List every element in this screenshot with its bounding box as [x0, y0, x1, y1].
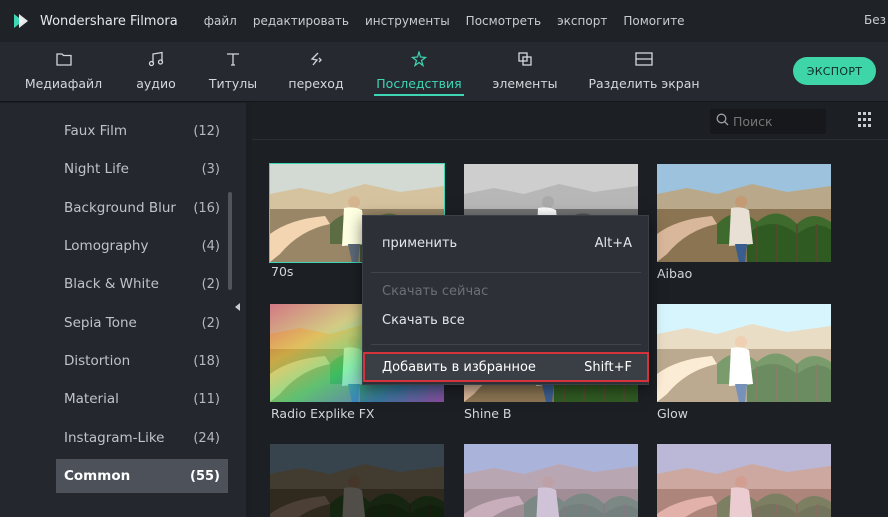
sidebar-item-distortion[interactable]: Distortion (18) — [56, 344, 228, 378]
effect-thumb-glow[interactable] — [657, 304, 831, 402]
effect-label: Aibao — [657, 266, 693, 281]
filmora-logo-icon — [10, 10, 32, 32]
transition-icon — [308, 50, 324, 68]
effects-sparkle-icon — [411, 50, 427, 68]
menu-help[interactable]: Помогите — [623, 14, 684, 28]
tool-titles[interactable]: Титулы — [208, 42, 258, 102]
tool-split-screen[interactable]: Разделить экран — [588, 42, 700, 102]
sidebar-item-lomography[interactable]: Lomography (4) — [56, 229, 228, 263]
sidebar-item-instagram-like[interactable]: Instagram-Like (24) — [56, 421, 228, 455]
context-menu-add-favorite[interactable]: Добавить в избранное Shift+F — [382, 355, 632, 379]
folder-icon — [55, 50, 72, 68]
sidebar-scrollbar[interactable] — [228, 192, 232, 290]
content-header-divider — [252, 139, 888, 140]
sidebar-item-black-white[interactable]: Black & White (2) — [56, 267, 228, 301]
search-icon — [716, 113, 729, 130]
search-input[interactable] — [733, 114, 813, 129]
title-bar: Wondershare Filmora файл редактировать и… — [0, 0, 888, 42]
context-menu-separator — [371, 272, 641, 273]
export-button[interactable]: ЭКСПОРТ — [793, 57, 876, 85]
menu-edit[interactable]: редактировать — [253, 14, 349, 28]
tool-audio[interactable]: аудио — [133, 42, 179, 102]
effect-label: Shine B — [464, 406, 512, 421]
text-t-icon — [225, 50, 241, 68]
sidebar-item-sepia-tone[interactable]: Sepia Tone (2) — [56, 306, 228, 340]
menu-file[interactable]: файл — [204, 14, 237, 28]
effect-label: Radio Explike FX — [271, 406, 375, 421]
effect-thumb[interactable] — [464, 444, 638, 517]
menu-export[interactable]: экспорт — [557, 14, 607, 28]
context-menu: применить Alt+A Скачать сейчас Скачать в… — [362, 215, 649, 385]
search-box[interactable] — [710, 109, 826, 134]
music-note-icon — [148, 50, 164, 68]
tool-media[interactable]: Медиафайл — [25, 42, 102, 102]
app-title: Wondershare Filmora — [40, 13, 178, 29]
sidebar-item-background-blur[interactable]: Background Blur (16) — [56, 191, 228, 225]
context-menu-apply[interactable]: применить Alt+A — [382, 231, 632, 255]
grid-view-icon[interactable] — [858, 112, 874, 128]
menu-bar: файл редактировать инструменты Посмотрет… — [204, 14, 701, 28]
sidebar-item-common[interactable]: Common (55) — [56, 459, 228, 493]
active-tab-underline — [374, 94, 464, 96]
effect-thumb[interactable] — [270, 444, 444, 517]
effect-label: Glow — [657, 406, 689, 421]
tool-elements[interactable]: элементы — [490, 42, 560, 102]
sidebar-item-faux-film[interactable]: Faux Film (12) — [56, 114, 228, 148]
sidebar-item-night-life[interactable]: Night Life (3) — [56, 152, 228, 186]
effect-thumb-aibao[interactable] — [657, 164, 831, 262]
context-menu-separator — [371, 344, 641, 345]
context-menu-download-all[interactable]: Скачать все — [382, 308, 632, 332]
main-toolbar: Медиафайл аудио Титулы переход Последств… — [0, 42, 888, 102]
tool-effects[interactable]: Последствия — [374, 42, 464, 102]
menu-view[interactable]: Посмотреть — [466, 14, 541, 28]
effect-thumb[interactable] — [657, 444, 831, 517]
effect-label: 70s — [271, 264, 294, 279]
project-title: Без — [864, 13, 886, 27]
context-menu-add-favorite-highlight[interactable]: Добавить в избранное Shift+F — [363, 352, 649, 382]
menu-tools[interactable]: инструменты — [365, 14, 450, 28]
tool-transitions[interactable]: переход — [287, 42, 345, 102]
elements-icon — [517, 50, 533, 68]
collapse-sidebar-arrow-icon[interactable] — [235, 303, 240, 311]
context-menu-download-now: Скачать сейчас — [382, 283, 489, 299]
split-screen-icon — [635, 50, 653, 68]
sidebar-item-material[interactable]: Material (11) — [56, 382, 228, 416]
